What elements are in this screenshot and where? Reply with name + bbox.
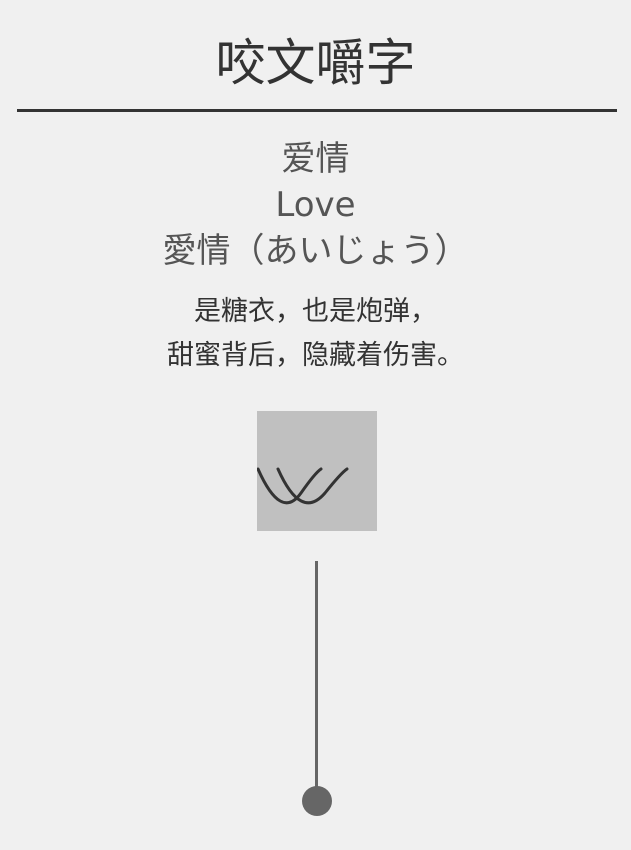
pull-cord (315, 561, 318, 787)
page-title: 咬文嚼字 (215, 34, 416, 92)
word-english: Love (275, 185, 356, 225)
definition-poem: 是糖衣，也是炮弹， 甜蜜背后，隐藏着伤害。 (0, 290, 631, 378)
poem-line-2: 甜蜜背后，隐藏着伤害。 (167, 340, 464, 371)
word-japanese: 愛情（あいじょう） (162, 231, 469, 271)
word-chinese: 爱情 (281, 139, 350, 179)
emoji-toggle-button[interactable] (257, 411, 377, 531)
poem-line-1: 是糖衣，也是炮弹， (194, 296, 437, 327)
word-entry: 爱情 Love 愛情（あいじょう） (0, 136, 631, 274)
title-divider (17, 109, 617, 112)
pull-cord-handle[interactable] (302, 786, 332, 816)
smile-eyes-icon (257, 467, 349, 505)
